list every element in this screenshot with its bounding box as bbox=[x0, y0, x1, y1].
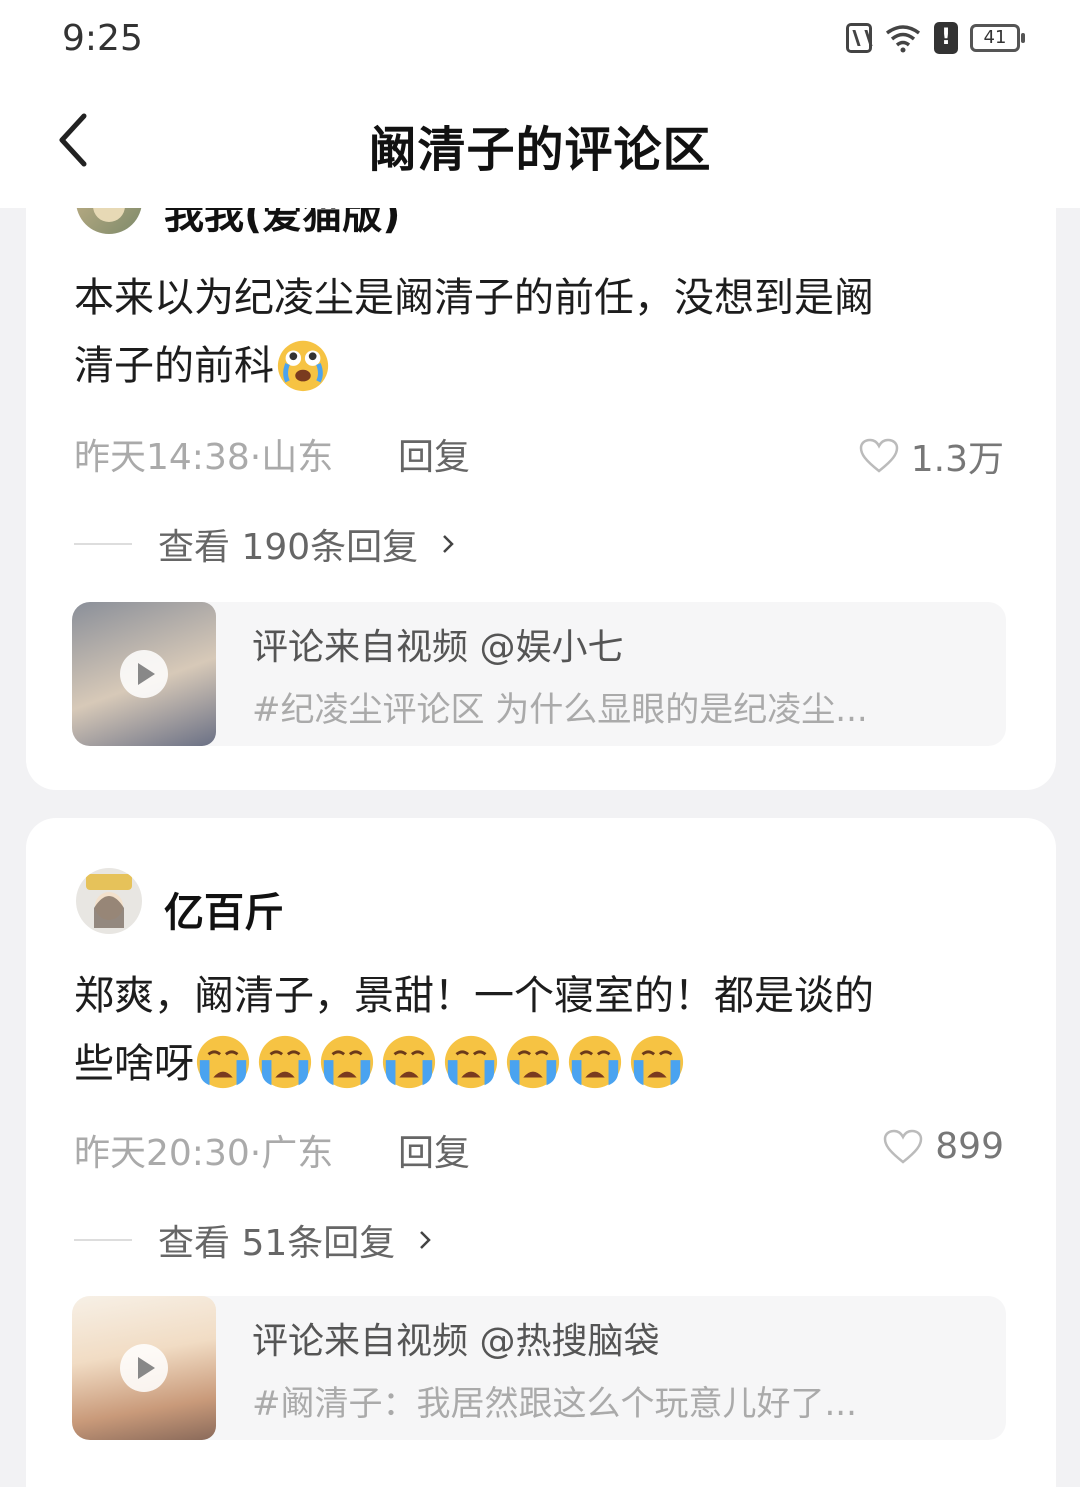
wifi-icon bbox=[885, 25, 921, 53]
avatar[interactable] bbox=[76, 868, 142, 934]
crying-emoji bbox=[382, 1035, 436, 1089]
crying-emoji bbox=[258, 1035, 312, 1089]
like-button[interactable]: 1.3万 bbox=[859, 430, 1004, 482]
view-replies-label: 查看 51条回复 bbox=[158, 1223, 396, 1264]
emoji-row bbox=[194, 1035, 690, 1089]
page-title: 阚清子的评论区 bbox=[368, 122, 712, 178]
view-replies-button[interactable]: 查看 51条回复 bbox=[74, 1214, 435, 1266]
source-description: #纪凌尘评论区 为什么显眼的是纪凌尘... bbox=[252, 690, 868, 730]
heart-icon bbox=[884, 1129, 923, 1164]
video-thumbnail bbox=[72, 1296, 216, 1440]
source-title: 评论来自视频 @热搜脑袋 bbox=[252, 1321, 660, 1362]
play-icon bbox=[120, 1344, 168, 1392]
divider-line bbox=[74, 543, 132, 545]
alert-icon: ! bbox=[934, 22, 958, 54]
battery-icon: 41 bbox=[970, 24, 1025, 52]
status-time: 9:25 bbox=[62, 18, 143, 59]
comment-text-line-2: 些啥呀 bbox=[74, 1030, 994, 1098]
view-replies-button[interactable]: 查看 190条回复 bbox=[74, 518, 458, 570]
source-title: 评论来自视频 @娱小七 bbox=[252, 627, 624, 668]
chevron-right-icon bbox=[443, 535, 454, 553]
username[interactable]: 亿百斤 bbox=[164, 880, 284, 938]
comment-text-line: 本来以为纪凌尘是阚清子的前任，没想到是阚 bbox=[74, 275, 874, 321]
crying-emoji bbox=[444, 1035, 498, 1089]
comment-text-line: 郑爽，阚清子，景甜！一个寝室的！都是谈的 bbox=[74, 973, 874, 1019]
nav-bar: 阚清子的评论区 bbox=[0, 80, 1080, 208]
comment-card: 我我(爱猫版) 本来以为纪凌尘是阚清子的前任，没想到是阚 清子的前科 昨天14:… bbox=[26, 140, 1056, 790]
like-count: 1.3万 bbox=[910, 439, 1004, 480]
status-bar: 9:25 ! 41 bbox=[0, 0, 1080, 80]
view-replies-label: 查看 190条回复 bbox=[158, 527, 419, 568]
like-count: 899 bbox=[935, 1126, 1004, 1167]
divider-line bbox=[74, 1239, 132, 1241]
video-source-card[interactable]: 评论来自视频 @热搜脑袋 #阚清子：我居然跟这么个玩意儿好了... bbox=[72, 1296, 1006, 1440]
comment-text-tail: 清子的前科 bbox=[74, 343, 274, 389]
source-description: #阚清子：我居然跟这么个玩意儿好了... bbox=[252, 1384, 857, 1424]
video-source-card[interactable]: 评论来自视频 @娱小七 #纪凌尘评论区 为什么显眼的是纪凌尘... bbox=[72, 602, 1006, 746]
heart-icon bbox=[859, 438, 898, 473]
nfc-icon bbox=[846, 23, 872, 53]
like-button[interactable]: 899 bbox=[883, 1126, 1004, 1167]
crying-emoji bbox=[196, 1035, 250, 1089]
crying-emoji bbox=[568, 1035, 622, 1089]
video-thumbnail bbox=[72, 602, 216, 746]
comment-text-line-2: 清子的前科 bbox=[74, 332, 994, 400]
laugh-cry-emoji bbox=[277, 340, 329, 392]
crying-emoji bbox=[630, 1035, 684, 1089]
comment-meta: 昨天20:30·广东 bbox=[74, 1133, 334, 1174]
crying-emoji bbox=[320, 1035, 374, 1089]
crying-emoji bbox=[506, 1035, 560, 1089]
chevron-right-icon bbox=[420, 1231, 432, 1249]
comment-meta: 昨天14:38·山东 bbox=[74, 437, 334, 478]
reply-button[interactable]: 回复 bbox=[398, 428, 470, 480]
play-icon bbox=[120, 650, 168, 698]
comment-card: 亿百斤 郑爽，阚清子，景甜！一个寝室的！都是谈的 些啥呀 昨天20:30·广东 … bbox=[26, 818, 1056, 1487]
reply-button[interactable]: 回复 bbox=[398, 1124, 470, 1176]
comment-text: 郑爽，阚清子，景甜！一个寝室的！都是谈的 些啥呀 bbox=[74, 962, 994, 1098]
status-icons: ! 41 bbox=[846, 18, 1025, 58]
comment-text-tail: 些啥呀 bbox=[74, 1041, 194, 1087]
comment-text: 本来以为纪凌尘是阚清子的前任，没想到是阚 清子的前科 bbox=[74, 264, 994, 400]
